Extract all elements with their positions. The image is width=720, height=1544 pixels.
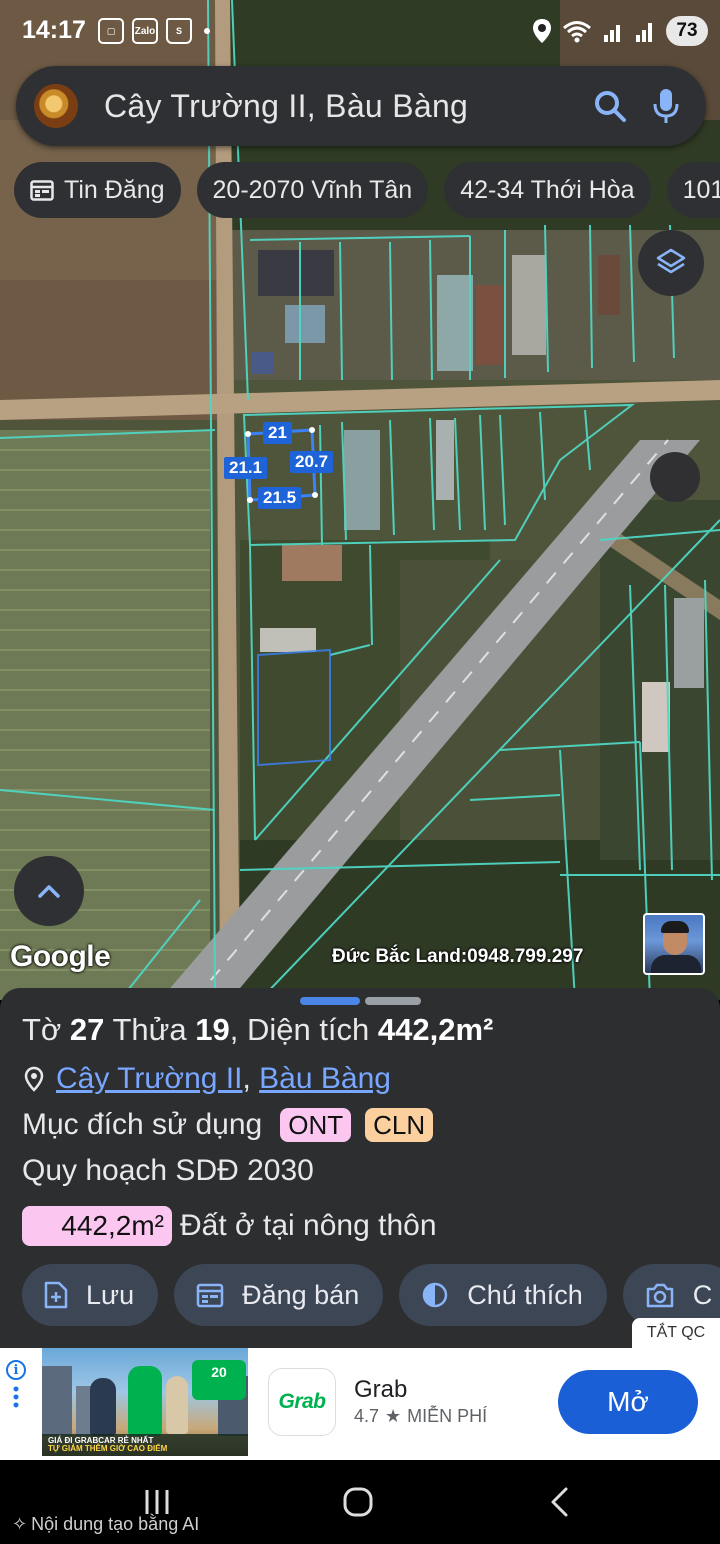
search-input[interactable]: Cây Trường II, Bàu Bàng	[104, 88, 582, 125]
action-buttons: Lưu Đăng bán Chú thích C	[22, 1264, 720, 1326]
parcel-number: 19	[195, 1012, 230, 1047]
google-logo: Google	[10, 940, 111, 973]
satellite-imagery	[0, 0, 720, 1000]
watermark-text: Đức Bắc Land:0948.799.297	[332, 946, 584, 967]
ad-app-name: Grab	[354, 1376, 408, 1403]
parcel-title: Tờ 27 Thửa 19, Diện tích 442,2m²	[22, 1012, 494, 1047]
calendar-icon	[196, 1282, 224, 1308]
profile-photo[interactable]	[643, 913, 705, 975]
chip-label: 20-2070 Vĩnh Tân	[212, 175, 413, 204]
ad-menu-icon[interactable]	[12, 1386, 20, 1413]
tag-ont[interactable]: ONT	[280, 1108, 352, 1142]
turn-off-ads-button[interactable]: TẮT QC	[632, 1318, 720, 1348]
sparkle-icon: ✧	[12, 1514, 28, 1534]
ad-caption: GIÁ ĐI GRABCAR RẺ NHẤT TỰ GIẢM THÊM GIỜ …	[42, 1434, 248, 1456]
parcel-area: 442,2m²	[377, 1012, 494, 1047]
camera-button[interactable]: C	[622, 1264, 720, 1326]
recent-apps-button[interactable]	[142, 1488, 172, 1516]
parcel-dimension-left: 21.1	[224, 457, 268, 479]
map-control-dot[interactable]	[650, 452, 700, 502]
status-right-icons: 73	[532, 16, 708, 46]
location-pin-icon	[24, 1066, 44, 1092]
chip-tin-dang[interactable]: Tin Đăng	[14, 162, 181, 218]
ad-image[interactable]: 20 GIÁ ĐI GRABCAR RẺ NHẤT TỰ GIẢM THÊM G…	[42, 1348, 248, 1456]
zalo-icon: Zalo	[132, 18, 158, 44]
camera-icon	[645, 1282, 675, 1308]
back-button[interactable]	[548, 1486, 570, 1518]
notification-icons: ▢ Zalo S	[98, 18, 210, 44]
battery-level: 73	[666, 16, 708, 46]
avatar[interactable]	[34, 84, 78, 128]
planning-use-text: Đất ở tại nông thôn	[180, 1209, 437, 1242]
chip-vinh-tan[interactable]: 20-2070 Vĩnh Tân	[196, 162, 429, 218]
ad-app-meta: 4.7 ★ MIỄN PHÍ	[354, 1406, 487, 1427]
legend-button[interactable]: Chú thích	[399, 1264, 607, 1326]
star-icon: ★	[385, 1406, 402, 1426]
sheet-number: 27	[69, 1012, 105, 1047]
location-pin-icon	[533, 19, 551, 43]
planning-label: Quy hoạch SDĐ 2030	[22, 1154, 314, 1187]
chip-more[interactable]: 101	[666, 162, 720, 218]
purpose-label: Mục đích sử dụng	[22, 1108, 263, 1141]
map-view[interactable]: 21 21.1 20.7 21.5	[0, 0, 720, 1000]
open-app-button[interactable]: Mở	[558, 1370, 698, 1434]
parcel-dimension-top: 21	[263, 422, 292, 444]
parcel-dimension-right: 20.7	[290, 451, 334, 473]
ai-content-note: ✧ Nội dung tạo bằng AI	[12, 1514, 200, 1534]
more-notifications-dot	[204, 28, 210, 34]
wifi-icon	[563, 21, 591, 43]
land-use-purpose-row: Mục đích sử dụng ONT CLN	[22, 1108, 434, 1142]
microphone-icon[interactable]	[638, 78, 694, 134]
sheet-handle[interactable]	[365, 997, 421, 1005]
search-bar[interactable]: Cây Trường II, Bàu Bàng	[16, 66, 706, 146]
location-row: Cây Trường II , Bàu Bàng	[24, 1062, 391, 1096]
signal-icon	[604, 25, 620, 42]
tag-cln[interactable]: CLN	[365, 1108, 434, 1142]
status-bar: 14:17 ▢ Zalo S 73	[0, 0, 720, 64]
parcel-info-sheet: Tờ 27 Thửa 19, Diện tích 442,2m² Cây Trư…	[0, 988, 720, 1348]
back-icon	[551, 1487, 568, 1517]
chip-label: Tin Đăng	[64, 175, 165, 204]
layers-button[interactable]	[638, 230, 704, 296]
recent-apps-icon	[145, 1490, 169, 1514]
status-time: 14:17	[22, 16, 86, 44]
chip-label: 42-34 Thới Hòa	[460, 175, 635, 204]
expand-button[interactable]	[14, 856, 84, 926]
home-icon	[343, 1487, 373, 1517]
location-link-district[interactable]: Bàu Bàng	[259, 1062, 391, 1096]
grab-logo[interactable]: Grab	[268, 1368, 336, 1436]
signal-icon-2	[636, 23, 652, 42]
location-link-commune[interactable]: Cây Trường II	[56, 1062, 242, 1096]
layers-icon	[656, 248, 686, 274]
search-icon[interactable]	[582, 78, 638, 134]
shopee-icon: S	[166, 18, 192, 44]
ad-promo-badge: 20	[192, 1360, 246, 1400]
home-button[interactable]	[342, 1486, 374, 1518]
chip-label: 101	[682, 175, 720, 204]
planning-area-chip: 442,2m²	[22, 1206, 172, 1246]
parcel-dimension-bottom: 21.5	[258, 487, 302, 509]
planning-area-row: 442,2m² Đất ở tại nông thôn	[22, 1206, 437, 1246]
save-button[interactable]: Lưu	[22, 1264, 159, 1326]
calendar-icon	[30, 179, 54, 201]
post-for-sale-button[interactable]: Đăng bán	[174, 1264, 384, 1326]
quick-filter-chips: Tin Đăng 20-2070 Vĩnh Tân 42-34 Thới Hòa…	[14, 162, 720, 218]
save-plus-icon	[44, 1281, 68, 1309]
ad-info-icon[interactable]: i	[6, 1360, 26, 1380]
sheet-handle-active[interactable]	[300, 997, 360, 1005]
ad-price: MIỄN PHÍ	[407, 1406, 488, 1426]
chevron-up-icon	[38, 885, 60, 898]
screenshot-icon: ▢	[98, 18, 124, 44]
contrast-icon	[421, 1281, 449, 1309]
ad-rating: 4.7	[354, 1406, 380, 1426]
chip-thoi-hoa[interactable]: 42-34 Thới Hòa	[444, 162, 651, 218]
